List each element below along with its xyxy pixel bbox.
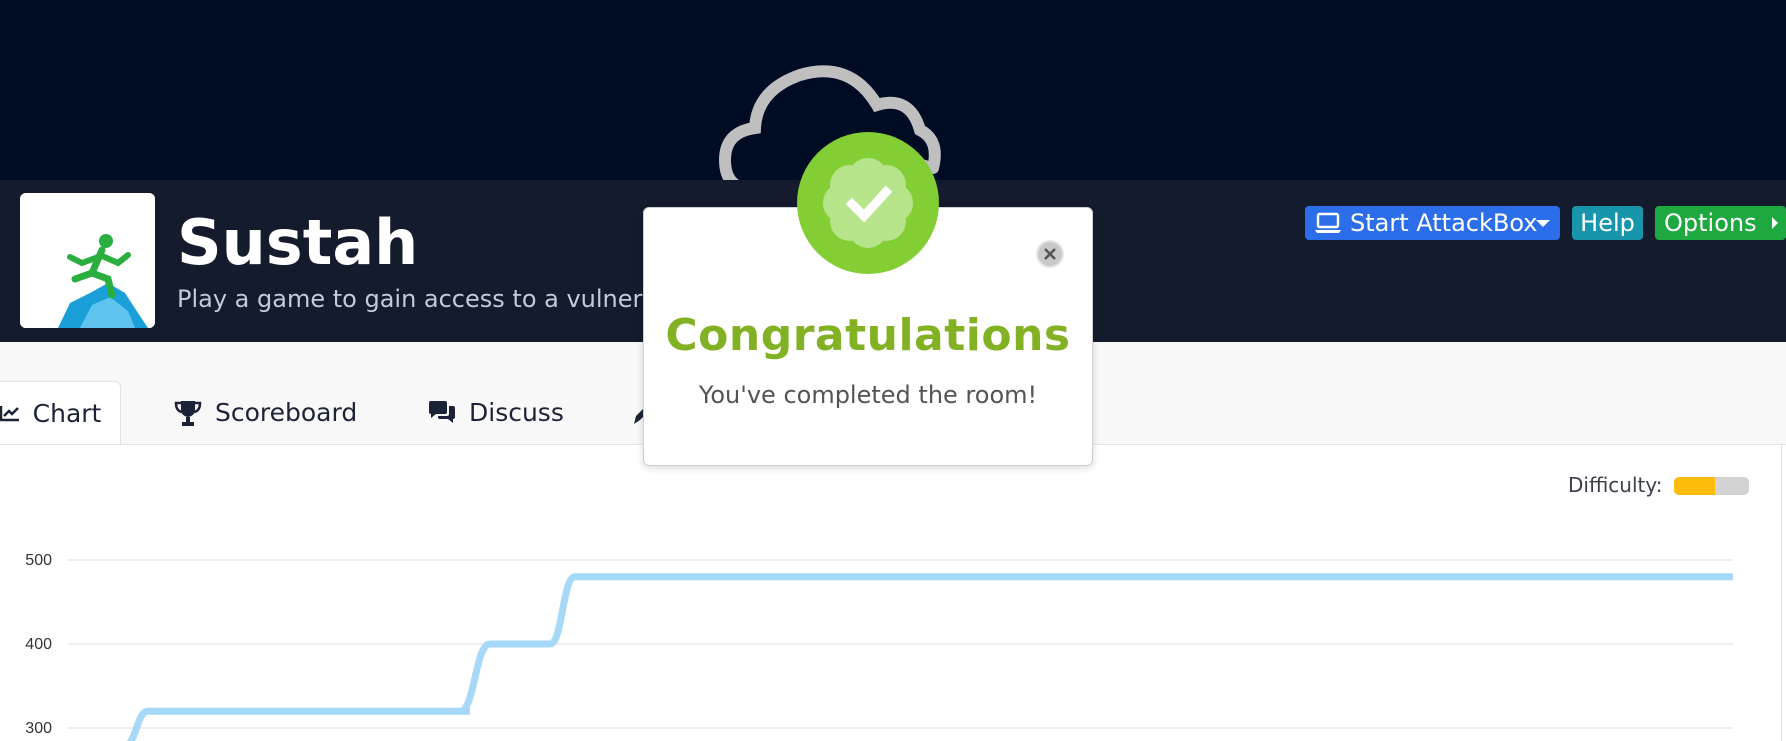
chevron-down-icon[interactable] <box>1536 220 1550 227</box>
room-icon <box>20 193 155 328</box>
room-title: Sustah <box>177 206 419 279</box>
room-description: Play a game to gain access to a vulnerab… <box>177 285 679 313</box>
chart-line-icon <box>0 406 19 422</box>
y-tick-label: 300 <box>25 720 52 737</box>
difficulty-bar <box>1674 477 1749 495</box>
y-tick-label: 400 <box>25 636 52 653</box>
options-label: Options <box>1664 209 1757 237</box>
modal-message: You've completed the room! <box>698 381 1038 409</box>
tab-label: Scoreboard <box>215 398 358 427</box>
modal-title: Congratulations <box>665 310 1071 361</box>
difficulty-label: Difficulty: <box>1568 473 1663 497</box>
tab-label: Discuss <box>469 398 564 427</box>
comments-icon <box>429 400 455 423</box>
tab-label: Chart <box>32 398 102 428</box>
options-button[interactable]: Options <box>1655 206 1786 240</box>
difficulty-fill <box>1674 477 1716 495</box>
close-button[interactable] <box>1036 240 1064 268</box>
help-button[interactable]: Help <box>1572 206 1643 240</box>
caret-right-icon <box>1772 217 1778 229</box>
start-attackbox-label: Start AttackBox <box>1350 209 1538 237</box>
series-line <box>125 573 1733 741</box>
close-icon <box>1044 248 1056 260</box>
success-badge <box>797 132 939 274</box>
y-tick-label: 500 <box>25 552 52 569</box>
tab-discuss[interactable]: Discuss <box>427 381 564 444</box>
laptop-icon <box>1314 212 1342 234</box>
progress-chart: 300 400 500 <box>25 552 1733 741</box>
tab-scoreboard[interactable]: Scoreboard <box>173 381 357 444</box>
tab-chart[interactable]: Chart <box>0 381 121 444</box>
start-attackbox-button[interactable]: Start AttackBox <box>1305 206 1560 240</box>
trophy-icon <box>174 400 202 426</box>
